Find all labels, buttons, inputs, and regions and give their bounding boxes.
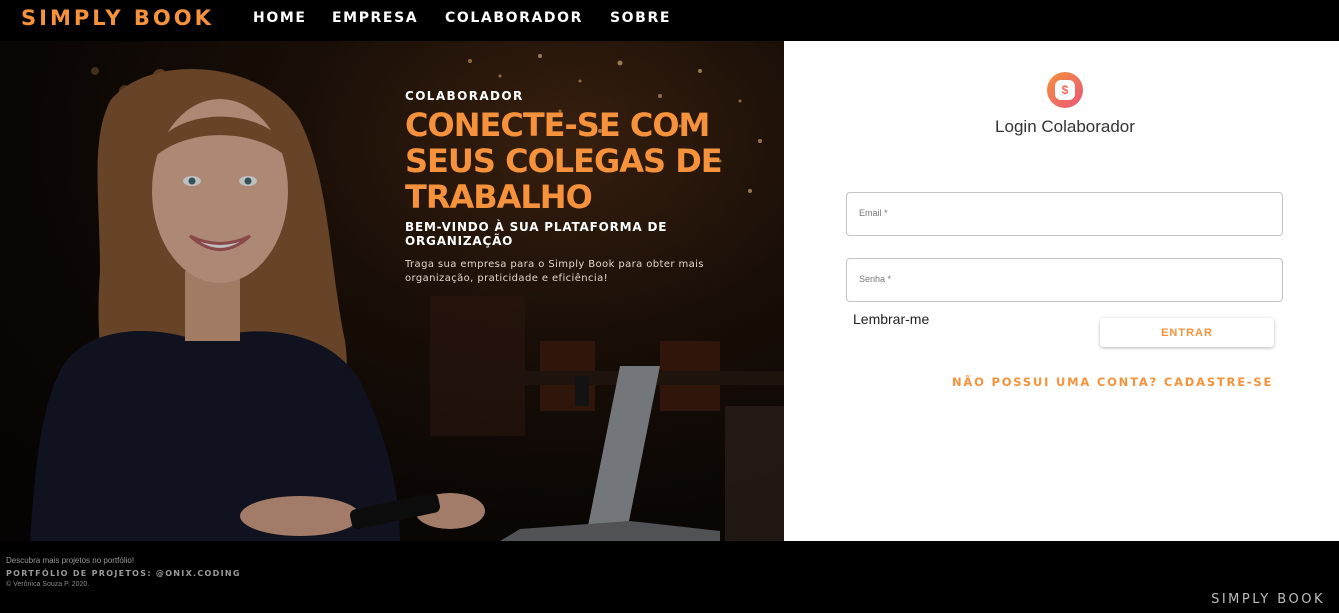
footer-brand: SIMPLY BOOK: [1211, 592, 1325, 607]
nav-empresa[interactable]: EMPRESA: [332, 10, 418, 26]
footer: Descubra mais projetos no portfólio! POR…: [0, 541, 1339, 613]
login-panel: $ Login Colaborador Email * Senha * Lemb…: [784, 41, 1339, 541]
nav-home[interactable]: HOME: [253, 10, 307, 26]
login-title: Login Colaborador: [995, 117, 1135, 136]
footer-copyright: © Verônica Souza P. 2020.: [6, 581, 90, 588]
hero-text-block: COLABORADOR CONECTE-SE COM SEUS COLEGAS …: [405, 89, 765, 286]
hero-description: Traga sua empresa para o Simply Book par…: [405, 259, 704, 284]
hero-subhead: BEM-VINDO À SUA PLATAFORMA DE ORGANIZAÇÃ…: [405, 220, 668, 248]
footer-portfolio-note: Descubra mais projetos no portfólio!: [6, 556, 135, 565]
footer-portfolio-link[interactable]: PORTFÓLIO DE PROJETOS: @ONIX.CODING: [6, 569, 241, 578]
app-logo-icon: $: [1047, 72, 1083, 108]
enter-button[interactable]: ENTRAR: [1100, 318, 1274, 347]
password-label: Senha *: [859, 274, 892, 284]
hero-section: COLABORADOR CONECTE-SE COM SEUS COLEGAS …: [0, 41, 784, 541]
signup-link[interactable]: NÃO POSSUI UMA CONTA? CADASTRE-SE: [952, 375, 1273, 389]
email-label: Email *: [859, 208, 888, 218]
hero-eyebrow: COLABORADOR: [405, 89, 524, 103]
nav-sobre[interactable]: SOBRE: [610, 10, 671, 26]
hero-headline: CONECTE-SE COM SEUS COLEGAS DE TRABALHO: [405, 106, 723, 216]
password-field[interactable]: Senha *: [846, 258, 1283, 302]
nav-colaborador[interactable]: COLABORADOR: [445, 10, 583, 26]
remember-me-label[interactable]: Lembrar-me: [853, 311, 929, 327]
brand-logo-text[interactable]: SIMPLY BOOK: [21, 6, 214, 30]
logo-glyph: $: [1055, 80, 1075, 100]
email-field[interactable]: Email *: [846, 192, 1283, 236]
top-navbar: SIMPLY BOOK HOME EMPRESA COLABORADOR SOB…: [0, 0, 1339, 41]
